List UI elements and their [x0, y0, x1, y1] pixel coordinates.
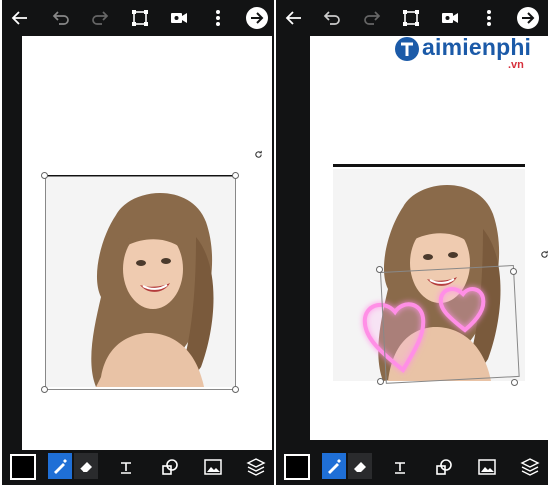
resize-handle-top-left[interactable] [376, 266, 383, 273]
shapes-tool-button[interactable] [158, 455, 182, 479]
more-vertical-icon [487, 10, 491, 26]
next-arrow-icon [246, 7, 268, 29]
add-image-icon [204, 459, 222, 475]
bottom-toolbar [276, 450, 548, 485]
next-arrow-icon [517, 7, 539, 29]
color-picker-button[interactable] [10, 454, 36, 480]
more-vertical-icon [216, 10, 220, 26]
selection-box [45, 176, 236, 390]
shapes-tool-button[interactable] [432, 455, 456, 479]
redo-button[interactable] [88, 6, 112, 30]
rotate-handle[interactable] [538, 248, 548, 260]
eraser-icon [79, 462, 92, 473]
back-button[interactable] [8, 6, 32, 30]
layers-button[interactable] [518, 455, 542, 479]
brand-suffix: .vn [508, 59, 524, 71]
eraser-tool-button[interactable] [348, 453, 372, 479]
undo-button[interactable] [49, 6, 73, 30]
crop-button[interactable] [399, 6, 423, 30]
brush-tool-button[interactable] [48, 453, 72, 479]
more-options-button[interactable] [206, 6, 230, 30]
eraser-tool-button[interactable] [74, 453, 98, 479]
resize-handle-top-left[interactable] [41, 172, 48, 179]
rotate-icon [540, 250, 548, 258]
layers-icon [246, 458, 266, 476]
back-arrow-icon [11, 11, 27, 25]
text-icon [121, 462, 131, 474]
text-tool-button[interactable] [114, 455, 138, 479]
video-button[interactable] [167, 6, 191, 30]
resize-handle-bottom-right[interactable] [511, 379, 518, 386]
back-arrow-icon [285, 11, 301, 25]
color-picker-button[interactable] [284, 454, 310, 480]
black-line-element [333, 164, 525, 167]
brand-name: aimienphi [422, 34, 532, 60]
rotate-handle[interactable] [252, 148, 264, 160]
brush-tool-button[interactable] [322, 453, 346, 479]
editor-canvas[interactable] [22, 36, 272, 450]
editor-canvas[interactable] [310, 36, 548, 440]
layers-icon [520, 458, 540, 476]
layers-button[interactable] [244, 455, 268, 479]
shapes-icon [436, 459, 452, 475]
crop-icon [403, 10, 419, 26]
eraser-icon [354, 462, 366, 472]
crop-button[interactable] [128, 6, 152, 30]
brush-icon [54, 459, 67, 474]
redo-icon [92, 11, 109, 25]
resize-handle-top-right[interactable] [232, 172, 239, 179]
undo-button[interactable] [320, 6, 344, 30]
bottom-toolbar [2, 450, 274, 485]
left-editor-panel [2, 0, 274, 485]
undo-icon [323, 11, 340, 25]
brand-t-icon [395, 37, 419, 61]
top-toolbar [2, 0, 274, 36]
back-button[interactable] [282, 6, 306, 30]
video-camera-icon [442, 13, 458, 23]
next-button[interactable] [516, 6, 540, 30]
undo-icon [52, 11, 69, 25]
crop-icon [132, 10, 148, 26]
shapes-icon [162, 459, 178, 475]
text-icon [395, 462, 405, 474]
selection-box [380, 264, 520, 384]
text-tool-button[interactable] [388, 455, 412, 479]
top-toolbar [276, 0, 548, 36]
more-options-button[interactable] [477, 6, 501, 30]
video-button[interactable] [438, 6, 462, 30]
add-image-button[interactable] [475, 455, 499, 479]
resize-handle-bottom-left[interactable] [377, 378, 384, 385]
next-button[interactable] [245, 6, 269, 30]
rotate-icon [254, 150, 262, 158]
resize-handle-bottom-left[interactable] [41, 386, 48, 393]
watermark-logo: aimienphi .vn [395, 34, 546, 74]
add-image-button[interactable] [201, 455, 225, 479]
redo-icon [364, 11, 381, 25]
brush-icon [328, 459, 341, 474]
resize-handle-top-right[interactable] [510, 268, 517, 275]
add-image-icon [478, 459, 496, 475]
redo-button[interactable] [360, 6, 384, 30]
resize-handle-bottom-right[interactable] [232, 386, 239, 393]
video-camera-icon [171, 13, 187, 23]
